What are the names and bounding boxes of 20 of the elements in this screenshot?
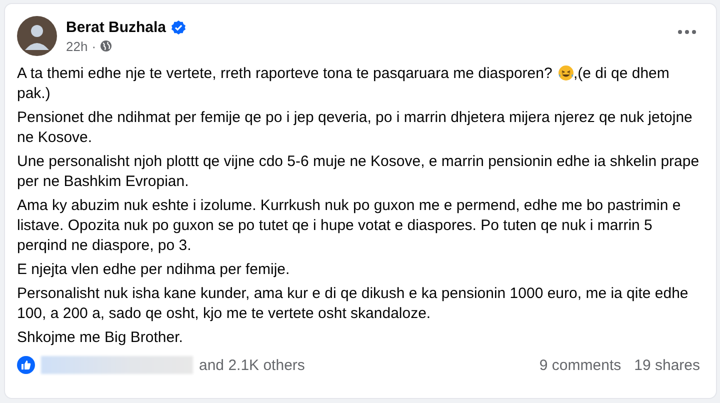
post-text: pak.) [17,85,50,102]
post-text: E njejta vlen edhe per ndihma per femije. [17,260,291,280]
globe-icon [100,40,112,52]
like-reaction-icon [17,356,35,374]
post-text: Shkojme me Big Brother. [17,328,184,348]
laughing-emoji-icon [558,65,574,81]
more-icon [678,30,696,34]
post-text: ,(e di qe dhem [574,65,670,82]
post-time[interactable]: 22h [66,38,88,54]
separator-dot: · [92,38,96,54]
shares-count[interactable]: 19 shares [634,356,700,374]
comments-count[interactable]: 9 comments [539,356,622,374]
post-text: Personalisht nuk isha kane kunder, ama kur e di qe dikush e ka pensionin 1000 euro, me ia qite edhe 100, a 200 a, sado qe osht, kjo me te vertete osht skandaloze. [17,284,690,324]
post-text: A ta themi edhe nje te vertete, rreth raporteve tona te pasqaruara me diasporen? [17,65,552,82]
author-name[interactable]: Berat Buzhala [66,18,166,36]
post-text: Pensionet dhe ndihmat per femije qe po i jep qeveria, po i marrin dhjetera mijera njerez qe nuk jetojne ne Kosove. [17,108,694,148]
avatar[interactable] [17,16,57,56]
post-text: Une personalisht njoh plottt qe vijne cdo 5-6 muje ne Kosove, e marrin pensionin edhe ia shkelin prape per ne Bashkim Evropian. [17,152,700,192]
reactions-count[interactable]: and 2.1K others [199,356,305,374]
post-text: Ama ky abuzim nuk eshte i izolume. Kurrkush nuk po guxon me e permend, edhe me bo pastrimin e listave. Opozita nuk po guxon se po tutet qe i hupe votat e diaspores. Po tuten qe nuk i marrin 5 perqind ne diaspore, po 3. [17,196,682,256]
